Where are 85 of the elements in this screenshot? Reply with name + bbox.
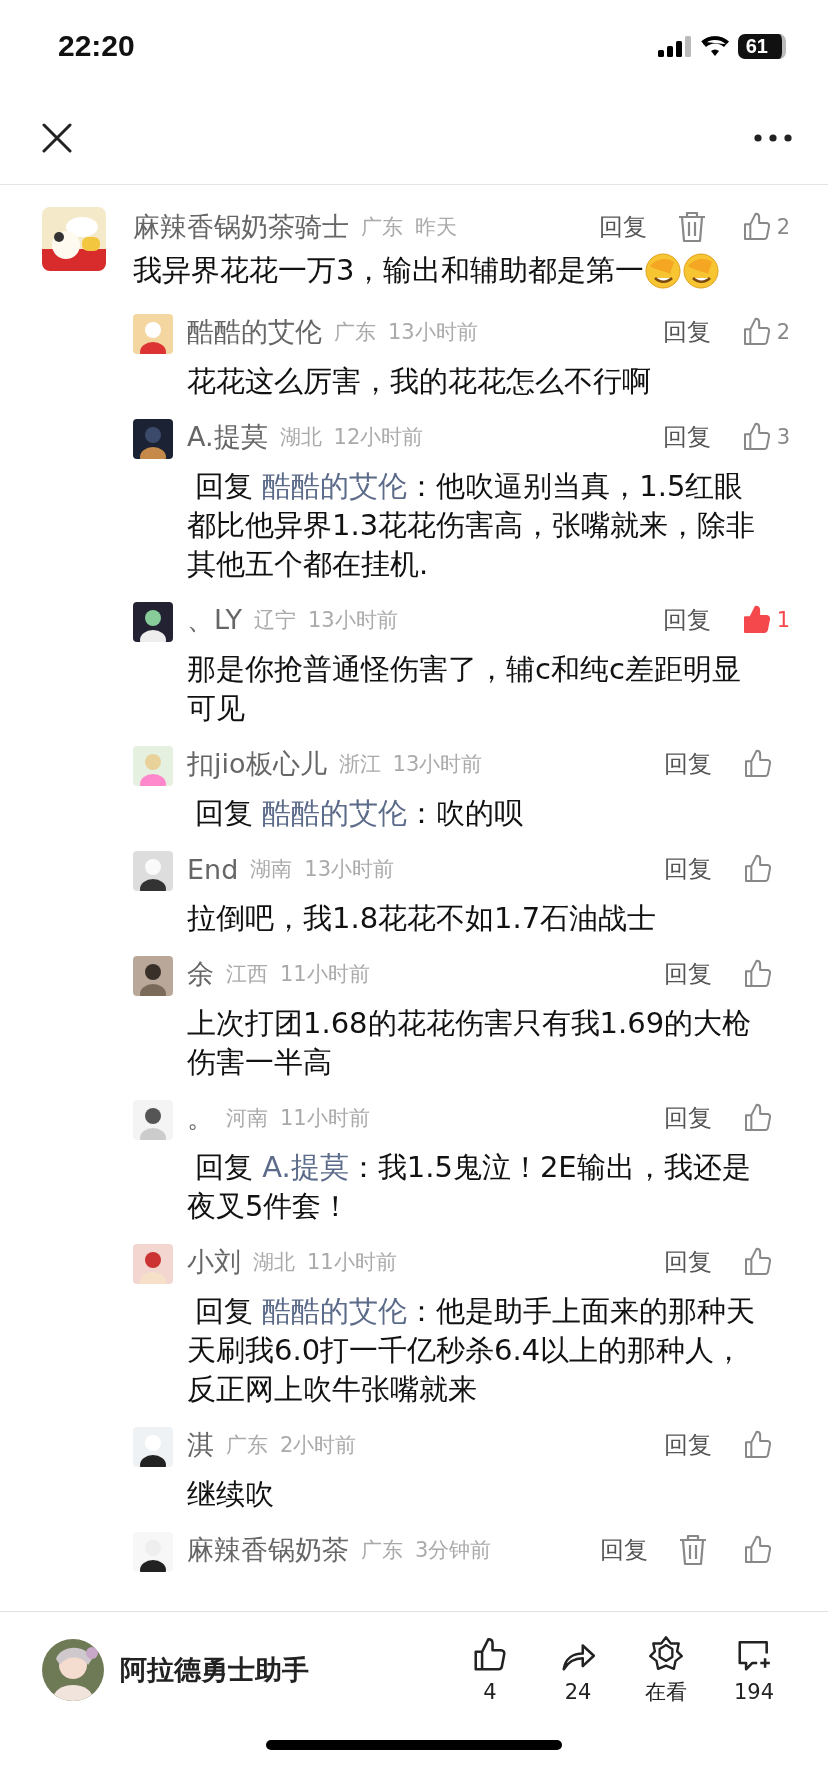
reply-button[interactable]: 回复 (662, 316, 711, 348)
user-name: 小刘 (187, 1245, 241, 1279)
delete-icon[interactable] (676, 211, 707, 243)
reply-text: 回复 酷酷的艾伦：吹的呗 (194, 795, 525, 832)
delete-icon[interactable] (678, 1534, 708, 1566)
reply-button[interactable]: 回复 (664, 1246, 712, 1278)
reply-text: 那是你抢普通怪伤害了，辅c和纯c差距明显可见 (187, 651, 742, 727)
reply-button[interactable]: 回复 (664, 1102, 712, 1134)
user-name: End (187, 853, 239, 885)
reply-button[interactable]: 回复 (600, 1534, 648, 1566)
user-region: 湖北 (253, 1249, 295, 1276)
comment-time: 昨天 (415, 214, 457, 241)
star-icon (647, 1634, 685, 1672)
like-count: 2 (776, 320, 790, 344)
reply-button[interactable]: 回复 (598, 211, 647, 243)
comment-time: 13小时前 (307, 607, 398, 634)
user-region: 江西 (226, 961, 268, 988)
emoji-icon (644, 251, 683, 290)
mention-link[interactable]: 酷酷的艾伦 (262, 796, 408, 830)
comment-time: 11小时前 (280, 1105, 370, 1132)
wifi-icon (699, 35, 730, 57)
user-name: 酷酷的艾伦 (187, 315, 322, 349)
reply-button[interactable]: 回复 (664, 748, 712, 780)
thumbs-up-icon[interactable] (742, 748, 774, 780)
reply-text: 回复 酷酷的艾伦：他吹逼别当真，1.5红眼都比他异界1.3花花伤害高，张嘴就来，除非其他五个都在挂机. (187, 468, 757, 583)
like-count: 1 (776, 608, 790, 632)
user-name: 扣jio板心儿 (187, 747, 327, 781)
user-name: A.提莫 (187, 420, 268, 454)
user-region: 广东 (361, 214, 403, 241)
footer-action-button[interactable]: 24 (534, 1636, 622, 1704)
reply-button[interactable]: 回复 (664, 853, 712, 885)
comment-time: 13小时前 (388, 319, 478, 346)
thumbs-up-icon[interactable] (742, 958, 774, 990)
user-name: 麻辣香锅奶茶 (187, 1533, 349, 1567)
close-icon[interactable] (42, 123, 72, 153)
reply-text: 回复 酷酷的艾伦：他是助手上面来的那种天天刷我6.0打一千亿秒杀6.4以上的那种人，反正网上吹牛张嘴就来 (187, 1293, 757, 1408)
reply-text: 继续吹 (187, 1476, 275, 1513)
thumbs-up-icon[interactable] (742, 1246, 774, 1278)
comment-time: 11小时前 (280, 961, 370, 988)
footer-action-button[interactable]: 在看 (622, 1634, 710, 1706)
account-name[interactable]: 阿拉德勇士助手 (120, 1652, 309, 1688)
thumbs-up-icon[interactable] (742, 1534, 774, 1566)
mention-link[interactable]: 酷酷的艾伦 (262, 469, 408, 503)
user-region: 湖南 (250, 856, 293, 883)
user-region: 广东 (226, 1432, 268, 1459)
reply-button[interactable]: 回复 (664, 1429, 712, 1461)
user-region: 辽宁 (253, 607, 296, 634)
thumbs-up-icon[interactable] (742, 1429, 774, 1461)
user-region: 广东 (361, 1537, 403, 1564)
like-count: 3 (776, 425, 790, 449)
user-name: 余 (187, 957, 214, 991)
reply-text: 花花这么厉害，我的花花怎么不行啊 (187, 363, 652, 400)
emoji-icon (682, 251, 721, 290)
battery-level: 61 (737, 33, 786, 59)
comment-time: 13小时前 (392, 751, 483, 778)
user-name: 、LY (187, 603, 242, 637)
user-region: 河南 (226, 1105, 268, 1132)
mention-link[interactable]: A.提莫 (262, 1150, 349, 1184)
comment-time: 12小时前 (333, 424, 424, 451)
user-name: 麻辣香锅奶茶骑士 (133, 210, 349, 244)
thumbs-up-icon[interactable] (742, 1102, 774, 1134)
user-region: 湖北 (279, 424, 322, 451)
status-time: 22:20 (58, 29, 135, 63)
mention-link[interactable]: 酷酷的艾伦 (262, 1294, 408, 1328)
reply-button[interactable]: 回复 (662, 604, 711, 636)
user-region: 浙江 (338, 751, 381, 778)
footer-action-button[interactable]: 4 (446, 1636, 534, 1704)
footer-action-button[interactable]: 194 (710, 1636, 798, 1704)
comment-time: 11小时前 (307, 1249, 397, 1276)
reply-text: 回复 A.提莫：我1.5鬼泣！2E输出，我还是夜叉5件套！ (187, 1149, 752, 1225)
comment-time: 13小时前 (304, 856, 395, 883)
user-name: 。 (187, 1101, 214, 1135)
reply-button[interactable]: 回复 (664, 958, 712, 990)
user-name: 淇 (187, 1428, 214, 1462)
user-region: 广东 (334, 319, 376, 346)
comment-time: 3分钟前 (415, 1537, 492, 1564)
reply-text: 上次打团1.68的花花伤害只有我1.69的大枪伤害一半高 (187, 1005, 753, 1081)
thumbs-up-icon[interactable] (742, 853, 774, 885)
reply-text: 拉倒吧，我1.8花花不如1.7石油战士 (187, 900, 658, 937)
more-icon[interactable] (754, 134, 792, 142)
comment-time: 2小时前 (280, 1432, 357, 1459)
reply-button[interactable]: 回复 (662, 421, 711, 453)
like-count: 2 (776, 215, 790, 239)
signal-icon (657, 35, 692, 57)
comment-text: 我异界花花一万3，输出和辅助都是第一 (133, 252, 645, 289)
